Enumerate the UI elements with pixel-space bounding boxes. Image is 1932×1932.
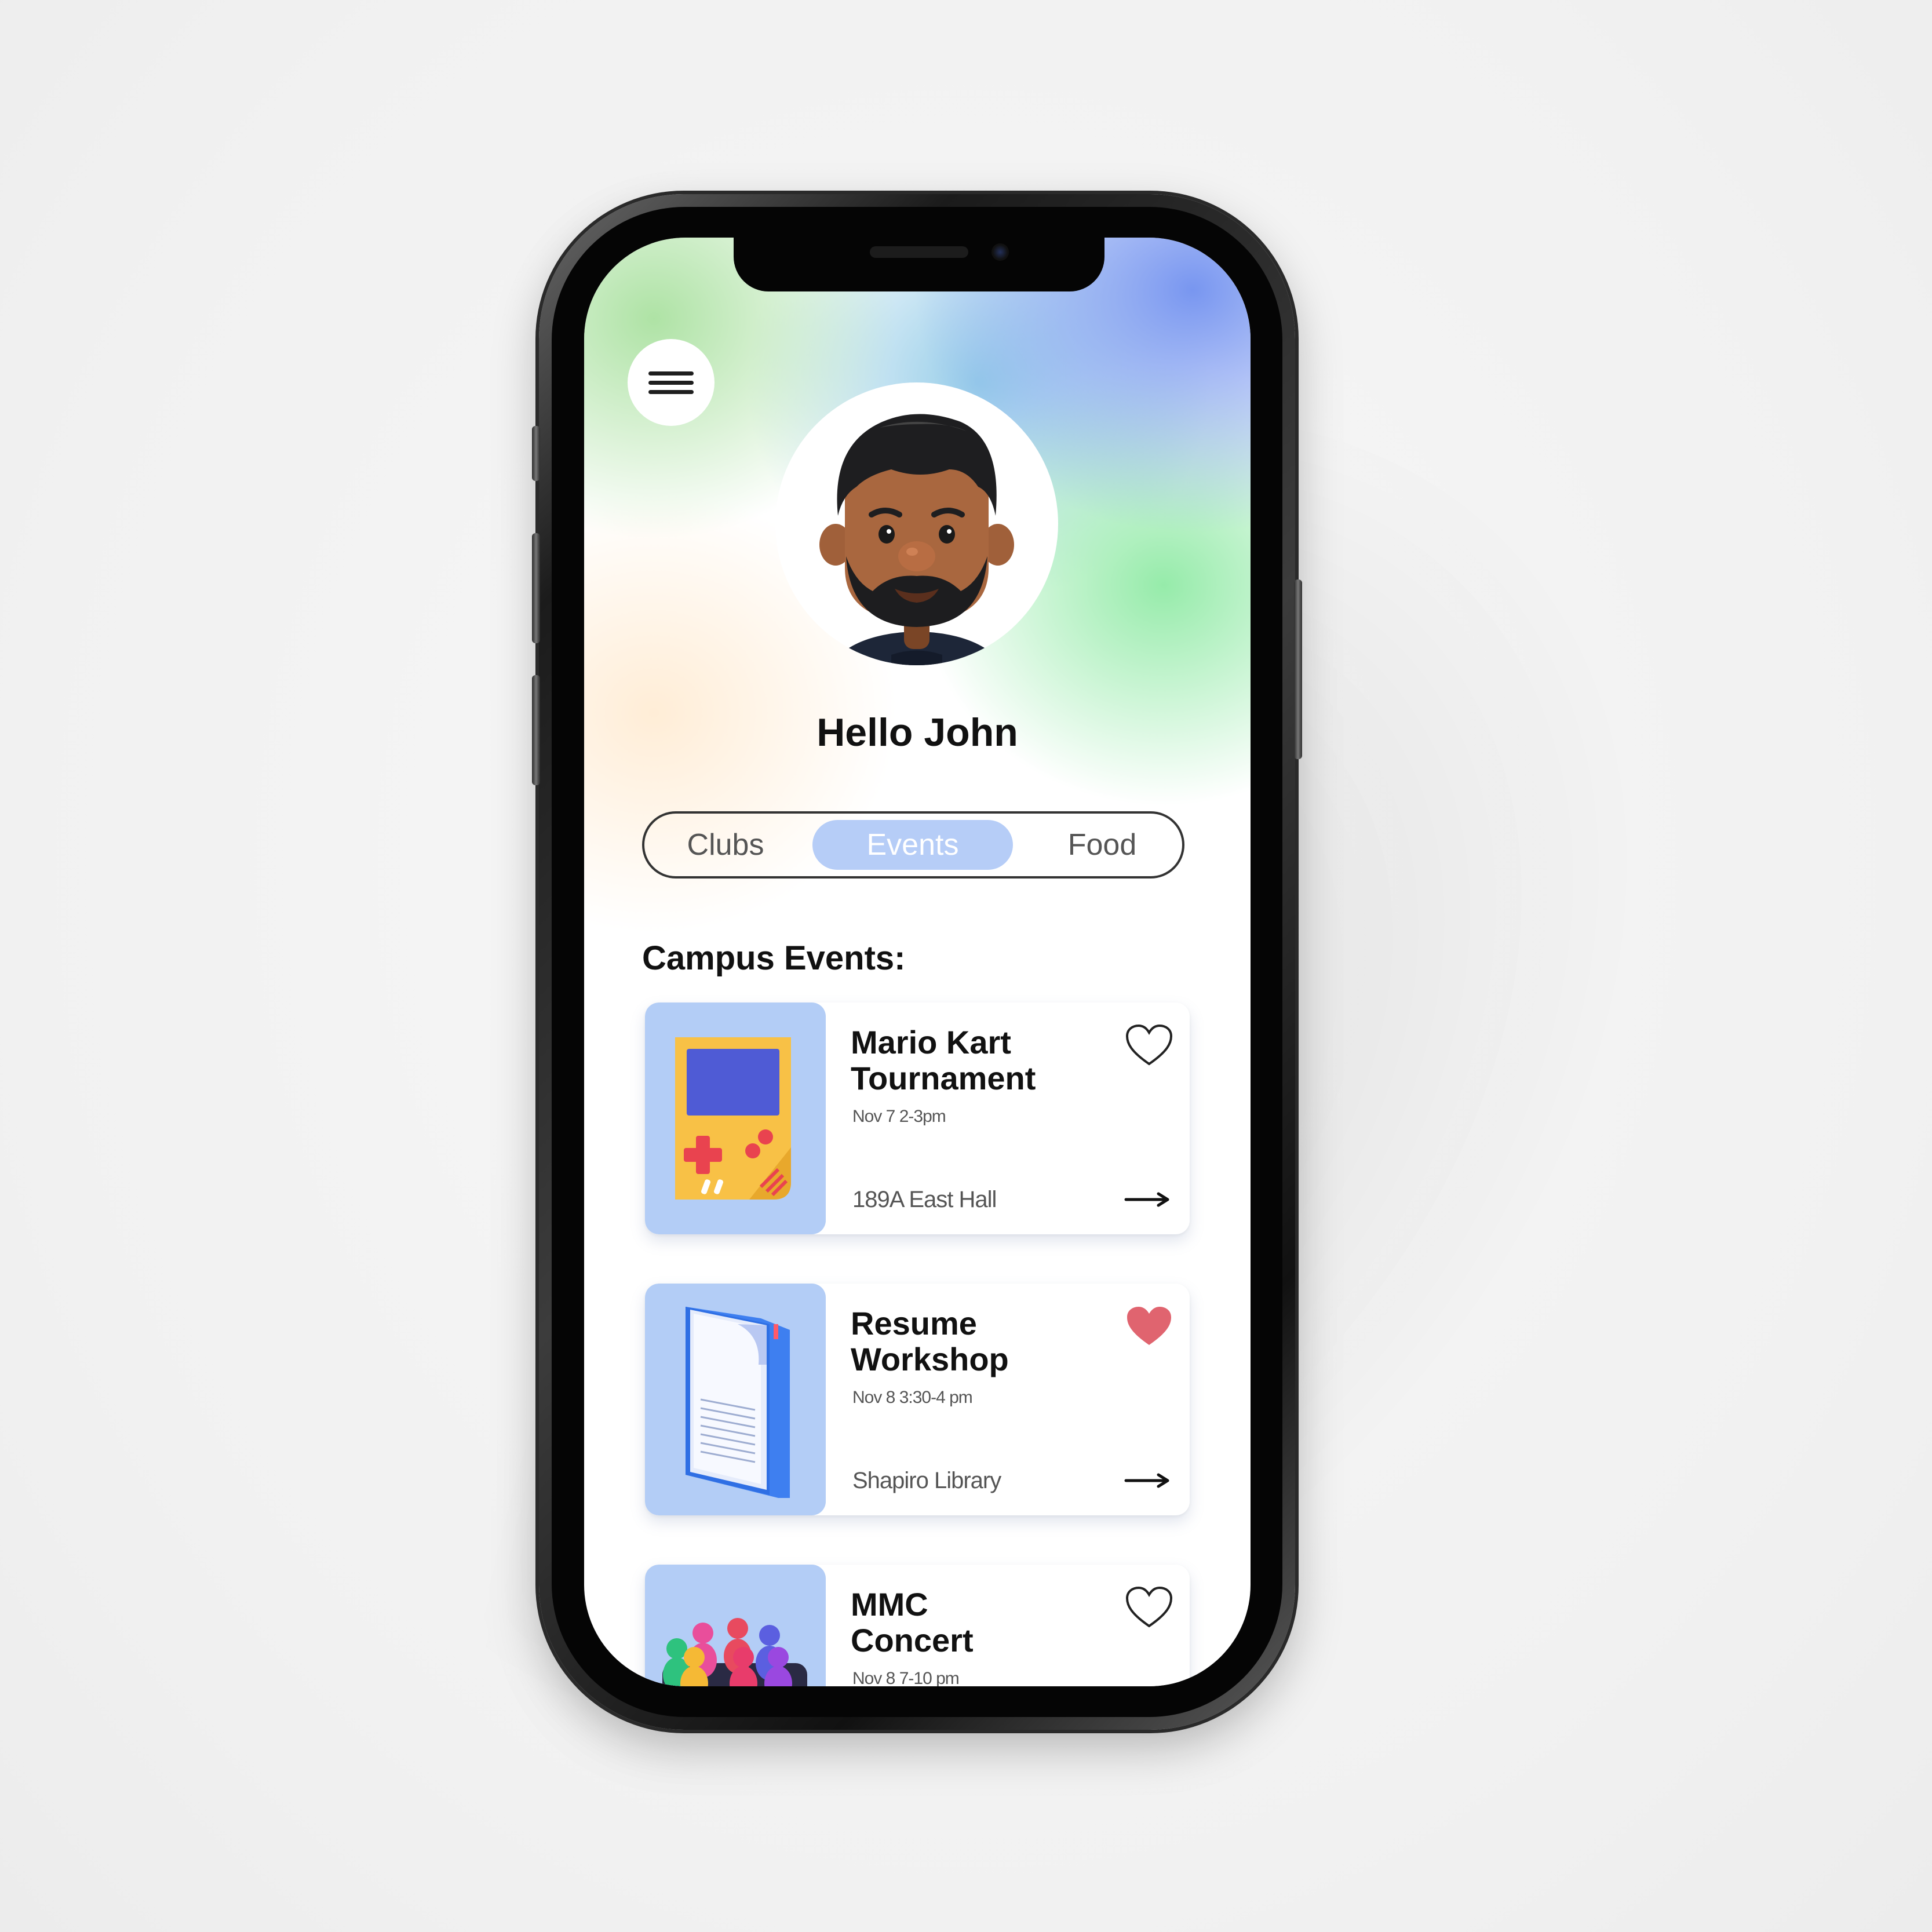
event-card[interactable]: Mario Kart Tournament Nov 7 2-3pm 189A E… [645,1003,1190,1234]
volume-down-button [532,675,540,785]
event-time: Nov 8 7-10 pm [852,1669,960,1686]
event-title: Mario Kart Tournament [851,1024,1036,1096]
event-title: MMC Concert [851,1586,974,1658]
tab-events[interactable]: Events [812,820,1013,870]
event-location: Shapiro Library [852,1468,1001,1493]
event-card[interactable]: Resume Workshop Nov 8 3:30-4 pm Shapiro … [645,1284,1190,1515]
section-title: Campus Events: [642,939,906,977]
speaker-grille [870,246,968,258]
event-location: 189A East Hall [852,1187,997,1212]
front-camera [991,243,1009,261]
menu-button[interactable] [628,339,715,426]
power-button [1294,579,1302,759]
tab-clubs[interactable]: Clubs [668,820,783,870]
notch [734,238,1104,291]
heart-outline-icon[interactable] [1125,1585,1173,1630]
heart-filled-icon[interactable] [1125,1304,1173,1348]
crowd-icon [662,1618,807,1686]
mute-switch [532,426,540,481]
category-tabs: Clubs Events Food [642,811,1184,878]
greeting-heading: Hello John [816,710,1018,754]
menu-icon [648,371,694,376]
tab-food[interactable]: Food [1044,820,1160,870]
avatar-illustration [819,414,1014,665]
event-thumbnail [645,1565,826,1686]
document-icon [686,1307,790,1498]
heart-outline-icon[interactable] [1125,1023,1173,1067]
game-console-icon [675,1037,791,1200]
event-card[interactable]: MMC Concert Nov 8 7-10 pm [645,1565,1190,1686]
event-thumbnail [645,1284,826,1515]
volume-up-button [532,533,540,643]
event-title: Resume Workshop [851,1305,1009,1377]
event-time: Nov 8 3:30-4 pm [852,1388,973,1407]
phone-screen: Hello John Clubs Events Food Campus Even… [584,238,1251,1686]
arrow-right-icon[interactable] [1124,1469,1171,1492]
avatar[interactable] [775,382,1058,665]
arrow-right-icon[interactable] [1124,1188,1171,1211]
event-time: Nov 7 2-3pm [852,1107,946,1126]
event-thumbnail [645,1003,826,1234]
